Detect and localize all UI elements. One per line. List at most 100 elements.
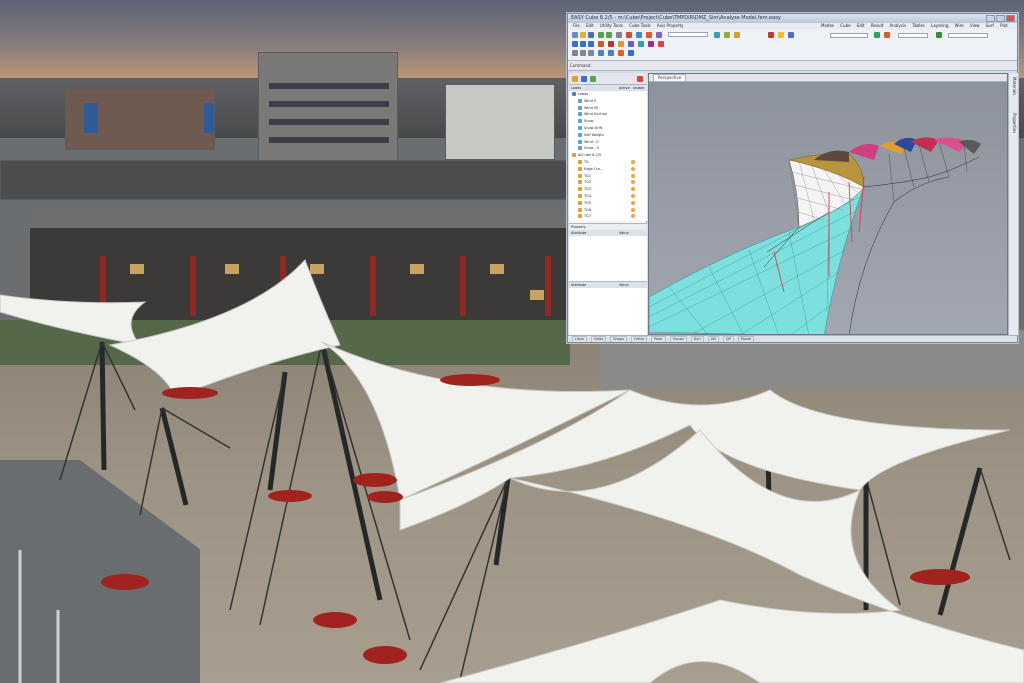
visibility-lamp-icon[interactable]	[631, 166, 635, 171]
tree-item[interactable]: Wind 0	[578, 98, 596, 104]
tree-node-icon	[578, 112, 582, 117]
save-icon[interactable]	[588, 32, 594, 38]
tree-close-icon[interactable]	[637, 76, 643, 82]
rotate-icon[interactable]	[734, 32, 740, 38]
lock-icon[interactable]	[768, 32, 774, 38]
tree-node-icon	[578, 166, 582, 171]
tree-item[interactable]: Snow	[578, 118, 593, 124]
node-icon[interactable]	[572, 41, 578, 47]
tree-item[interactable]: Loads	[572, 91, 588, 97]
status-toggle[interactable]: Polar	[650, 336, 666, 342]
delete-icon[interactable]	[626, 32, 632, 38]
tree-item-label: TG	[584, 160, 589, 164]
tree-filter-icon[interactable]	[572, 76, 578, 82]
light-icon[interactable]	[778, 32, 784, 38]
tree-item[interactable]: TG7	[578, 213, 635, 219]
arc-icon[interactable]	[588, 41, 594, 47]
snap-field[interactable]	[948, 33, 988, 38]
status-toggle[interactable]: Osnap	[669, 336, 687, 342]
tree-item-label: Snow - 0	[584, 146, 600, 151]
redo-icon[interactable]	[606, 32, 612, 38]
load-icon[interactable]	[618, 41, 624, 47]
visibility-lamp-icon[interactable]	[631, 173, 635, 178]
paste-icon[interactable]	[588, 50, 594, 56]
tree-refresh-icon[interactable]	[581, 76, 587, 82]
print-icon[interactable]	[616, 32, 622, 38]
formfind-icon[interactable]	[648, 41, 654, 47]
view-select[interactable]	[830, 33, 868, 38]
tree-add-icon[interactable]	[590, 76, 596, 82]
mesh-icon[interactable]	[636, 32, 642, 38]
status-toggle[interactable]: Model	[737, 336, 755, 342]
select-icon[interactable]	[656, 32, 662, 38]
stress-icon[interactable]	[658, 41, 664, 47]
membrane-icon[interactable]	[638, 41, 644, 47]
status-toggle[interactable]: Snaps	[610, 336, 627, 342]
status-toggle[interactable]: Lines	[572, 336, 588, 342]
status-toggle[interactable]: Dyn	[690, 336, 704, 342]
visibility-lamp-icon[interactable]	[631, 194, 635, 198]
tree-item[interactable]: Wind - 0	[578, 139, 599, 145]
visibility-lamp-icon[interactable]	[631, 160, 635, 164]
tree-item[interactable]: Wind 90	[578, 105, 598, 111]
tree-item[interactable]: allCube 8.2/5	[572, 152, 601, 158]
zoom-icon[interactable]	[714, 32, 720, 38]
status-toggle[interactable]: Grids	[591, 336, 607, 342]
cable-icon[interactable]	[628, 41, 634, 47]
tree-item[interactable]: TG3	[578, 186, 635, 192]
section-icon[interactable]	[874, 32, 880, 38]
status-toggle[interactable]: Ortho	[630, 336, 647, 342]
mirror-icon[interactable]	[598, 50, 604, 56]
right-dock-strip: Materials Properties	[1008, 73, 1018, 335]
cut-icon[interactable]	[572, 50, 578, 56]
tree-item[interactable]: Edge Cro...	[578, 166, 635, 172]
tree-item[interactable]: Snow Drift	[578, 125, 602, 131]
tree-item[interactable]: Snow - 0	[578, 145, 599, 151]
load-case-tree: Loads Wind 0 Wind 90 Wind Suction Snow Snow D…	[569, 91, 647, 221]
close-button[interactable]	[1006, 15, 1015, 22]
color-icon[interactable]	[618, 50, 624, 56]
tree-item[interactable]: TG	[578, 159, 635, 165]
tree-item[interactable]: TG6	[578, 207, 635, 213]
maximize-button[interactable]	[996, 15, 1005, 22]
support-icon[interactable]	[608, 41, 614, 47]
tab-perspective[interactable]: Perspective	[653, 74, 687, 82]
array-icon[interactable]	[608, 50, 614, 56]
visibility-lamp-icon[interactable]	[631, 200, 635, 205]
status-toggle[interactable]: LW	[707, 336, 719, 342]
tree-item[interactable]: TG1	[578, 173, 635, 179]
open-file-icon[interactable]	[580, 32, 586, 38]
tree-item[interactable]: TG2	[578, 179, 635, 185]
property-panel: Property Attribute Value	[569, 223, 647, 281]
visibility-lamp-icon[interactable]	[631, 180, 635, 185]
tree-item[interactable]: TG5	[578, 200, 635, 206]
copy-icon[interactable]	[580, 50, 586, 56]
visibility-lamp-icon[interactable]	[631, 187, 635, 192]
grid-icon[interactable]	[788, 32, 794, 38]
attribute-attr-col: Attribute	[571, 283, 587, 287]
visibility-lamp-icon[interactable]	[631, 214, 635, 219]
dock-tab-properties[interactable]: Properties	[1012, 113, 1017, 133]
model-tree-panel: Loads active visible Loads Wind 0 Wind 90 W…	[569, 73, 647, 341]
render-icon[interactable]	[646, 32, 652, 38]
minimize-button[interactable]	[986, 15, 995, 22]
measure-icon[interactable]	[884, 32, 890, 38]
status-toggle[interactable]: QP	[722, 336, 734, 342]
window-titlebar: EASY Cube 8.2/5 - m:\Cube\Project\Cube\T…	[568, 14, 1017, 23]
layer-select[interactable]	[668, 32, 708, 37]
ok-icon[interactable]	[936, 32, 942, 38]
visibility-lamp-icon[interactable]	[631, 207, 635, 212]
tree-item[interactable]: Self Weight	[578, 132, 604, 138]
scale-field[interactable]	[898, 33, 928, 38]
dock-tab-materials[interactable]: Materials	[1012, 77, 1017, 95]
info-icon[interactable]	[628, 50, 634, 56]
tree-node-icon	[578, 105, 582, 110]
tree-item[interactable]: TG4	[578, 193, 635, 199]
surface-icon[interactable]	[598, 41, 604, 47]
undo-icon[interactable]	[598, 32, 604, 38]
tree-item[interactable]: Wind Suction	[578, 111, 607, 117]
new-file-icon[interactable]	[572, 32, 578, 38]
3d-viewport[interactable]: Perspective	[648, 73, 1008, 335]
pan-icon[interactable]	[724, 32, 730, 38]
line-icon[interactable]	[580, 41, 586, 47]
